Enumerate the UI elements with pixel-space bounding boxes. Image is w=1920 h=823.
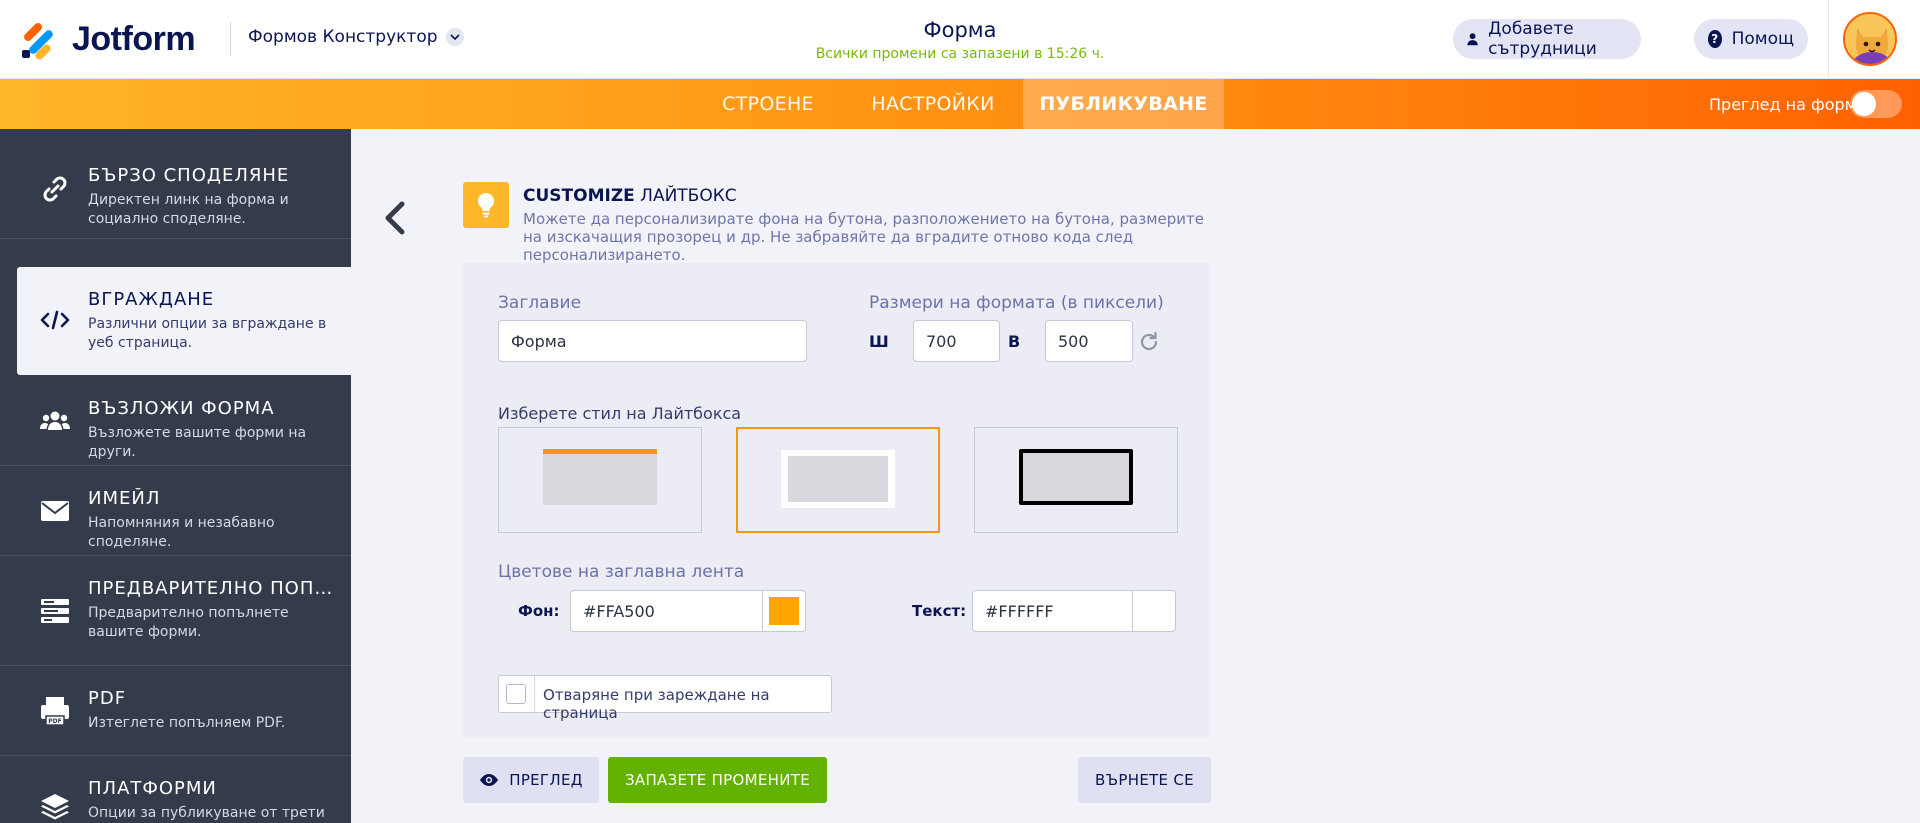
chevron-left-icon [385, 201, 405, 235]
sidebar-item-desc: Възложете вашите форми на други. [88, 425, 307, 460]
sidebar-item-email[interactable]: ИМЕЙЛ Напомняния и незабавно споделяне. [0, 466, 351, 556]
jotform-logo[interactable]: Jotform [22, 20, 196, 61]
sidebar-item-desc: Напомняния и незабавно споделяне. [88, 515, 275, 550]
tab-settings[interactable]: НАСТРОЙКИ [853, 79, 1013, 129]
style-preview-window [788, 456, 888, 502]
style-preview-window [1019, 449, 1133, 505]
prefill-icon [38, 594, 72, 628]
text-color-fill [1139, 597, 1169, 625]
lightbox-style-option-1[interactable] [498, 427, 702, 533]
link-icon [38, 172, 72, 206]
sidebar-item-assign-form[interactable]: ВЪЗЛОЖИ ФОРМА Възложете вашите форми на … [0, 376, 351, 466]
open-on-load-checkbox[interactable] [506, 684, 526, 704]
jotform-logo-icon [22, 20, 56, 61]
code-icon [38, 303, 72, 337]
sidebar-item-pdf[interactable]: PDF PDF Изтеглете попълняем PDF. [0, 666, 351, 756]
eye-icon [480, 774, 499, 786]
preview-button[interactable]: ПРЕГЛЕД [463, 757, 599, 803]
form-title[interactable]: Форма [760, 18, 1160, 42]
question-icon: ? [1708, 30, 1722, 48]
style-preview-titlebar [543, 449, 657, 454]
width-input[interactable]: 700 [913, 320, 1000, 362]
sidebar-item-title: БЪРЗО СПОДЕЛЯНЕ [88, 165, 290, 186]
open-on-load-option[interactable]: Отваряне при зареждане на страница [498, 675, 832, 722]
section-title: CUSTOMIZE ЛАЙТБОКС [523, 186, 737, 206]
sidebar-item-title: ПЛАТФОРМИ [88, 778, 217, 799]
open-on-load-label: Отваряне при зареждане на страница [543, 686, 770, 722]
back-button[interactable] [380, 198, 410, 238]
sidebar-item-desc: Различни опции за вграждане в уеб страни… [88, 316, 327, 351]
revert-button[interactable]: ВЪРНЕТЕ СЕ [1078, 757, 1211, 803]
save-changes-button[interactable]: ЗАПАЗЕТЕ ПРОМЕНИТЕ [608, 757, 827, 803]
save-status: Всички промени са запазени в 15:26 ч. [815, 46, 1105, 62]
bg-color-fill [769, 597, 799, 625]
form-preview-label: Преглед на форма [1709, 95, 1867, 114]
section-description: Можете да персонализирате фона на бутона… [523, 210, 1204, 264]
help-button[interactable]: ? Помощ [1694, 19, 1808, 59]
style-preview-window [543, 449, 657, 505]
form-size-label: Размери на формата (в пиксели) [869, 293, 1164, 313]
lightbox-style-label: Изберете стил на Лайтбокса [498, 404, 742, 423]
sidebar-item-platforms[interactable]: ПЛАТФОРМИ Опции за публикуване от трети … [0, 756, 351, 823]
reset-size-icon[interactable] [1137, 330, 1161, 354]
text-color-label: Текст: [912, 602, 967, 620]
title-input[interactable]: Форма [498, 320, 807, 362]
text-color-input[interactable]: #FFFFFF [972, 590, 1133, 632]
bg-color-label: Фон: [518, 602, 560, 620]
publish-sidebar: БЪРЗО СПОДЕЛЯНЕ Директен линк на форма и… [0, 129, 351, 823]
avatar-area [1828, 0, 1920, 79]
sidebar-item-desc: Директен линк на форма и социално сподел… [88, 192, 289, 227]
width-letter: Ш [869, 332, 889, 351]
user-icon [1467, 33, 1478, 46]
tab-publish[interactable]: ПУБЛИКУВАНЕ [1023, 79, 1224, 129]
height-letter: В [1008, 332, 1021, 351]
form-preview-toggle[interactable] [1850, 90, 1902, 118]
form-title-area: Форма Всички промени са запазени в 15:26… [760, 18, 1160, 62]
builder-nav: СТРОЕНЕ НАСТРОЙКИ ПУБЛИКУВАНЕ Преглед на… [0, 79, 1920, 129]
svg-text:PDF: PDF [48, 718, 61, 725]
lightbox-style-option-2[interactable] [736, 427, 940, 533]
sidebar-item-title: ВЪЗЛОЖИ ФОРМА [88, 398, 275, 419]
section-title-bold: CUSTOMIZE [523, 186, 635, 206]
envelope-icon [38, 494, 72, 528]
title-label: Заглавие [498, 293, 582, 313]
builder-dropdown[interactable]: Формов Конструктор [248, 27, 464, 47]
sidebar-item-prefill[interactable]: ПРЕДВАРИТЕЛНО ПОПЪЛВАНЕ Предварително по… [0, 556, 351, 666]
logo-text: Jotform [72, 20, 196, 58]
text-color-swatch[interactable] [1132, 590, 1176, 632]
lightbulb-icon [463, 182, 509, 228]
sidebar-item-title: ВГРАЖДАНЕ [88, 289, 215, 310]
checkbox-divider [534, 676, 535, 712]
pdf-icon: PDF [38, 694, 72, 728]
sidebar-item-title: PDF [88, 688, 127, 709]
height-input[interactable]: 500 [1045, 320, 1133, 362]
top-header: Jotform Формов Конструктор Форма Всички … [0, 0, 1920, 79]
lightbox-style-option-3[interactable] [974, 427, 1178, 533]
titlebar-colors-label: Цветове на заглавна лента [498, 562, 745, 582]
toggle-knob [1852, 92, 1876, 116]
tab-build[interactable]: СТРОЕНЕ [703, 79, 833, 129]
bg-color-input[interactable]: #FFA500 [570, 590, 763, 632]
add-collaborators-button[interactable]: Добавете сътрудници [1453, 19, 1641, 59]
bg-color-swatch[interactable] [762, 590, 806, 632]
users-icon [38, 404, 72, 438]
sidebar-item-quick-share[interactable]: БЪРЗО СПОДЕЛЯНЕ Директен линк на форма и… [0, 143, 351, 239]
builder-label: Формов Конструктор [248, 27, 438, 47]
preview-button-label: ПРЕГЛЕД [509, 771, 583, 789]
header-divider [230, 22, 231, 56]
cat-avatar-icon [1845, 14, 1895, 64]
add-collaborators-label: Добавете сътрудници [1488, 19, 1597, 59]
sidebar-item-title: ИМЕЙЛ [88, 488, 161, 509]
sidebar-item-title: ПРЕДВАРИТЕЛНО ПОПЪЛВАНЕ [88, 578, 343, 599]
help-label: Помощ [1731, 29, 1794, 49]
chevron-down-icon [445, 28, 464, 46]
sidebar-item-desc: Предварително попълнете вашите форми. [88, 605, 289, 640]
avatar[interactable] [1843, 12, 1897, 66]
section-title-rest: ЛАЙТБОКС [640, 186, 737, 206]
layers-icon [38, 790, 72, 823]
sidebar-item-desc: Опции за публикуване от трети страни. [88, 805, 325, 821]
sidebar-item-embed[interactable]: ВГРАЖДАНЕ Различни опции за вграждане в … [17, 267, 351, 375]
sidebar-item-desc: Изтеглете попълняем PDF. [88, 715, 286, 731]
